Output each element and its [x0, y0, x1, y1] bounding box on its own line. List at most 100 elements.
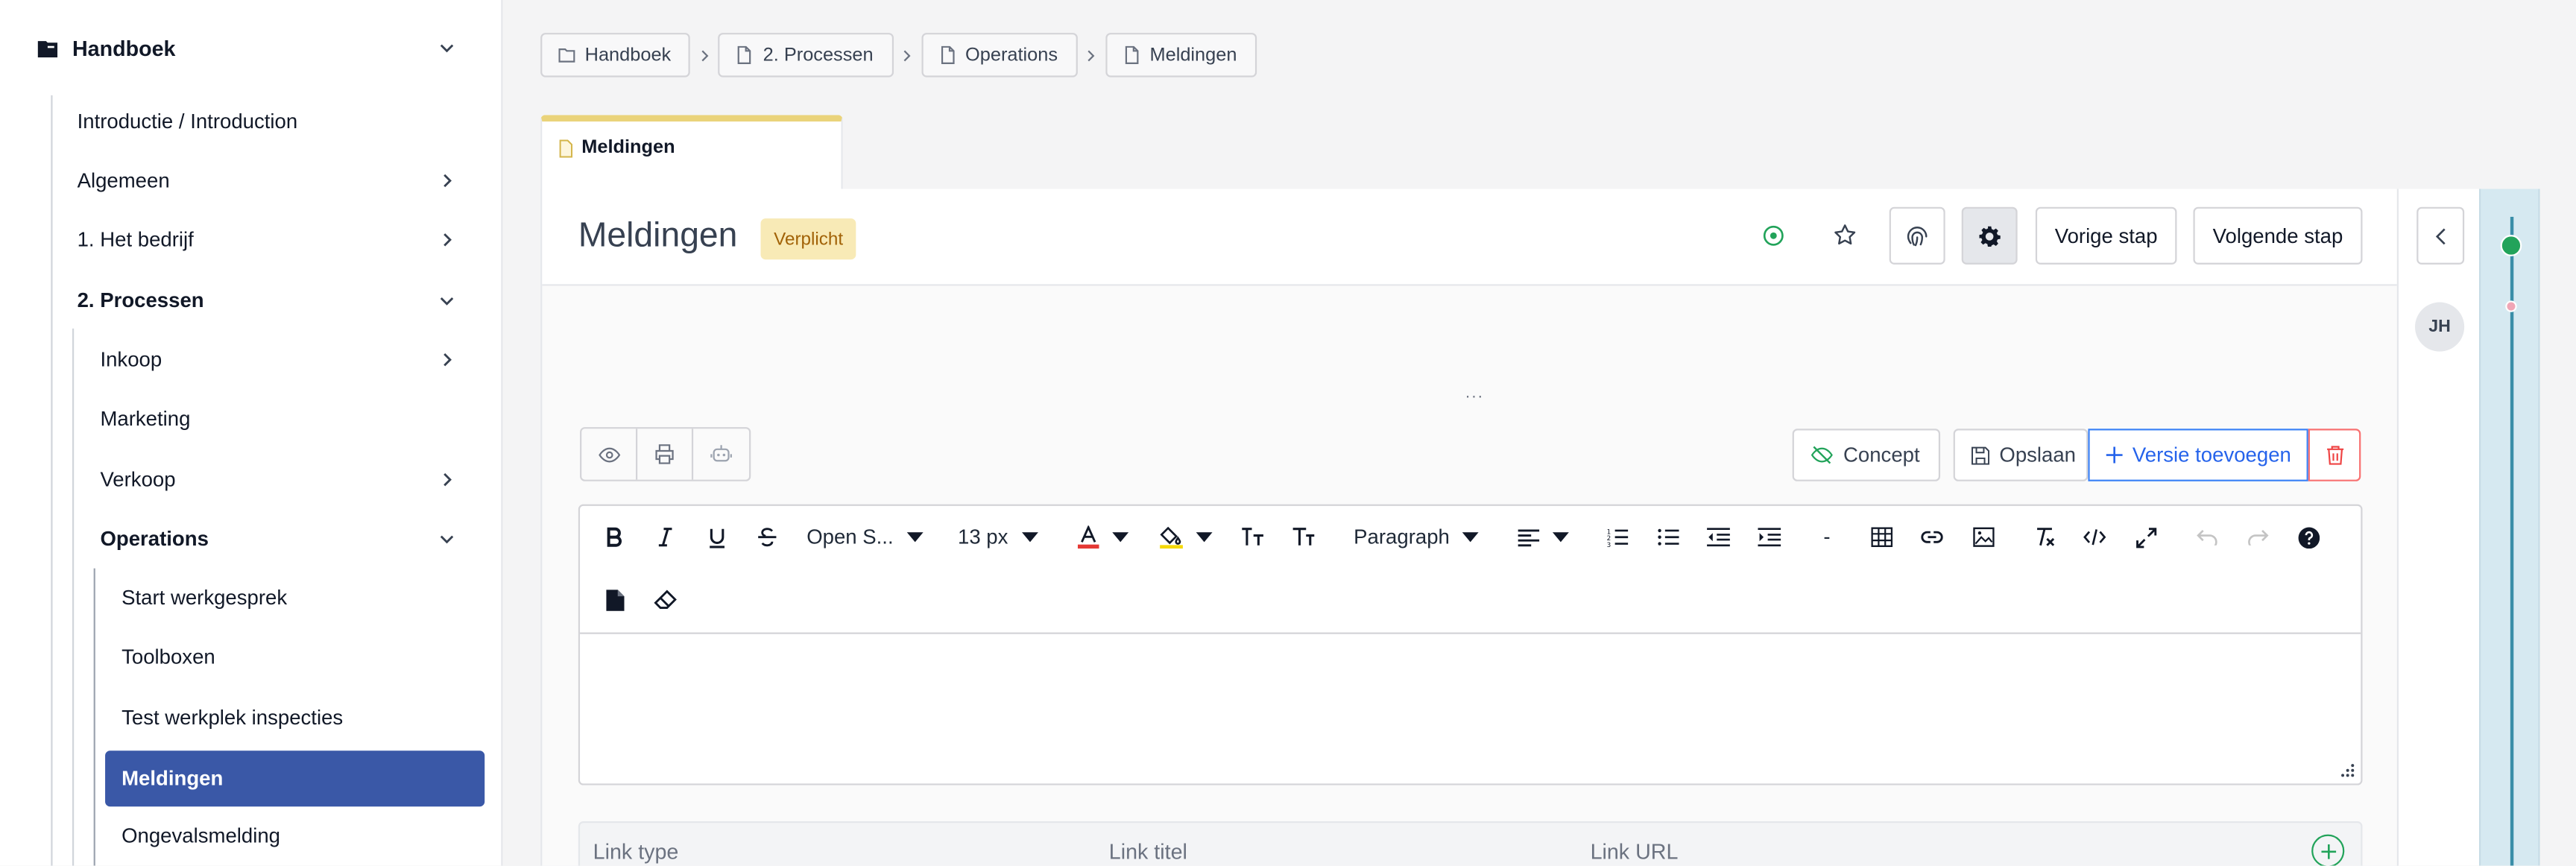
resize-handle-icon[interactable]	[2340, 764, 2355, 779]
text-height-icon	[1241, 528, 1263, 546]
sidebar-item-label: Test werkplek inspecties	[121, 706, 344, 730]
tree-guide-line	[93, 568, 95, 866]
more-ellipsis[interactable]: ...	[1465, 385, 1484, 402]
save-label: Opslaan	[1999, 443, 2077, 467]
document-icon	[605, 589, 624, 610]
sidebar-item-label: Meldingen	[121, 767, 224, 791]
font-size-adjust-button[interactable]	[1289, 521, 1316, 554]
sidebar-item-test-werkplek-inspecties[interactable]: Test werkplek inspecties	[121, 690, 483, 746]
sidebar-item-introductie[interactable]: Introductie / Introduction	[78, 94, 472, 150]
eraser-button[interactable]	[654, 583, 677, 616]
insert-image-button[interactable]	[1972, 521, 1995, 554]
chevron-right-icon[interactable]	[437, 230, 456, 250]
insert-document-button[interactable]	[603, 583, 626, 616]
ordered-list-button[interactable]: 123	[1605, 521, 1628, 554]
avatar[interactable]: JH	[2415, 302, 2465, 352]
clear-format-button[interactable]	[2032, 521, 2055, 554]
align-select[interactable]	[1518, 521, 1577, 554]
ai-assistant-button[interactable]	[693, 429, 749, 479]
breadcrumb-separator-icon	[1078, 48, 1105, 62]
status-target-icon[interactable]	[1758, 220, 1787, 250]
collapse-panel-button[interactable]	[2416, 206, 2465, 265]
sidebar-item-inkoop[interactable]: Inkoop	[100, 332, 471, 388]
help-button[interactable]	[2296, 521, 2320, 554]
image-icon	[1972, 527, 1994, 547]
font-size-select[interactable]: 13 px	[958, 521, 1049, 554]
fullscreen-button[interactable]	[2134, 521, 2157, 554]
preview-button[interactable]	[581, 429, 638, 480]
font-family-select[interactable]: Open S...	[806, 521, 925, 554]
document-icon	[1125, 45, 1139, 64]
sidebar-item-processen[interactable]: 2. Processen	[78, 273, 472, 329]
block-format-select[interactable]: Paragraph	[1354, 521, 1485, 554]
add-version-button[interactable]: Versie toevoegen	[2088, 429, 2308, 481]
bullet-list-icon	[1657, 528, 1679, 546]
clear-format-icon	[2036, 528, 2054, 546]
add-link-button[interactable]	[2311, 834, 2345, 866]
insert-link-button[interactable]	[1921, 521, 1944, 554]
chevron-down-icon[interactable]	[437, 38, 456, 57]
outdent-button[interactable]	[1707, 521, 1730, 554]
breadcrumb-item-meldingen[interactable]: Meldingen	[1105, 33, 1257, 78]
concept-button[interactable]: Concept	[1792, 429, 1941, 481]
bullet-list-button[interactable]	[1656, 521, 1679, 554]
sidebar-item-ongevalsmelding[interactable]: Ongevalsmelding	[121, 808, 483, 864]
strikethrough-button[interactable]	[756, 521, 779, 554]
breadcrumb-item-handboek[interactable]: Handboek	[540, 33, 691, 78]
superscript-button[interactable]	[1239, 521, 1265, 554]
tab-meldingen[interactable]: Meldingen	[540, 115, 843, 191]
fingerprint-button[interactable]	[1889, 206, 1945, 265]
code-icon	[2083, 529, 2106, 546]
trash-icon	[2326, 446, 2343, 465]
text-color-button[interactable]	[1077, 521, 1137, 554]
folder-icon	[558, 48, 575, 63]
underline-button[interactable]	[705, 521, 728, 554]
highlight-color-button[interactable]	[1160, 521, 1219, 554]
font-size-value: 13 px	[957, 525, 1008, 549]
undo-button[interactable]	[2195, 521, 2218, 554]
sidebar-item-algemeen[interactable]: Algemeen	[78, 153, 472, 209]
code-view-button[interactable]	[2083, 521, 2106, 554]
breadcrumb-item-operations[interactable]: Operations	[921, 33, 1078, 78]
sidebar-item-verkoop[interactable]: Verkoop	[100, 452, 471, 508]
breadcrumb-item-processen[interactable]: 2. Processen	[719, 33, 894, 78]
sidebar-item-start-werkgesprek[interactable]: Start werkgesprek	[121, 570, 483, 626]
chevron-down-icon[interactable]	[437, 291, 456, 310]
undo-icon	[2196, 529, 2217, 546]
italic-button[interactable]	[654, 521, 677, 554]
save-button[interactable]: Opslaan	[1953, 429, 2089, 481]
timeline-current-marker[interactable]	[2500, 235, 2522, 256]
indent-button[interactable]	[1758, 521, 1781, 554]
column-header-link-type: Link type	[593, 839, 679, 865]
breadcrumb-separator-icon	[691, 48, 719, 62]
sidebar-item-marketing[interactable]: Marketing	[100, 391, 471, 447]
font-family-value: Open S...	[806, 525, 894, 549]
sidebar-item-toolboxen[interactable]: Toolboxen	[121, 629, 483, 685]
breadcrumb-label: Operations	[965, 45, 1058, 66]
horizontal-rule-button[interactable]: -	[1816, 521, 1839, 554]
breadcrumb-separator-icon	[893, 48, 921, 62]
print-button[interactable]	[637, 429, 694, 480]
redo-icon	[2247, 529, 2268, 546]
chevron-down-icon[interactable]	[437, 529, 456, 549]
chevron-right-icon[interactable]	[437, 350, 456, 369]
timeline-marker[interactable]	[2505, 300, 2517, 312]
sidebar-item-operations[interactable]: Operations	[100, 511, 471, 566]
star-icon[interactable]	[1830, 220, 1860, 250]
delete-button[interactable]	[2308, 429, 2361, 481]
chevron-right-icon[interactable]	[437, 171, 456, 190]
help-icon	[2297, 526, 2320, 549]
sidebar-item-label: Algemeen	[77, 169, 170, 192]
next-step-button[interactable]: Volgende stap	[2193, 206, 2363, 265]
settings-button[interactable]	[1961, 206, 2018, 265]
sidebar-item-meldingen[interactable]: Meldingen	[105, 750, 485, 807]
sidebar-item-het-bedrijf[interactable]: 1. Het bedrijf	[78, 212, 472, 268]
redo-button[interactable]	[2246, 521, 2269, 554]
previous-step-button[interactable]: Vorige stap	[2035, 206, 2177, 265]
chevron-right-icon[interactable]	[437, 470, 456, 489]
sidebar-header-handboek[interactable]: Handboek	[0, 0, 501, 95]
bold-button[interactable]	[603, 521, 626, 554]
sidebar-item-label: Introductie / Introduction	[77, 110, 298, 133]
insert-table-button[interactable]	[1869, 521, 1892, 554]
caret-down-icon	[1462, 532, 1480, 543]
